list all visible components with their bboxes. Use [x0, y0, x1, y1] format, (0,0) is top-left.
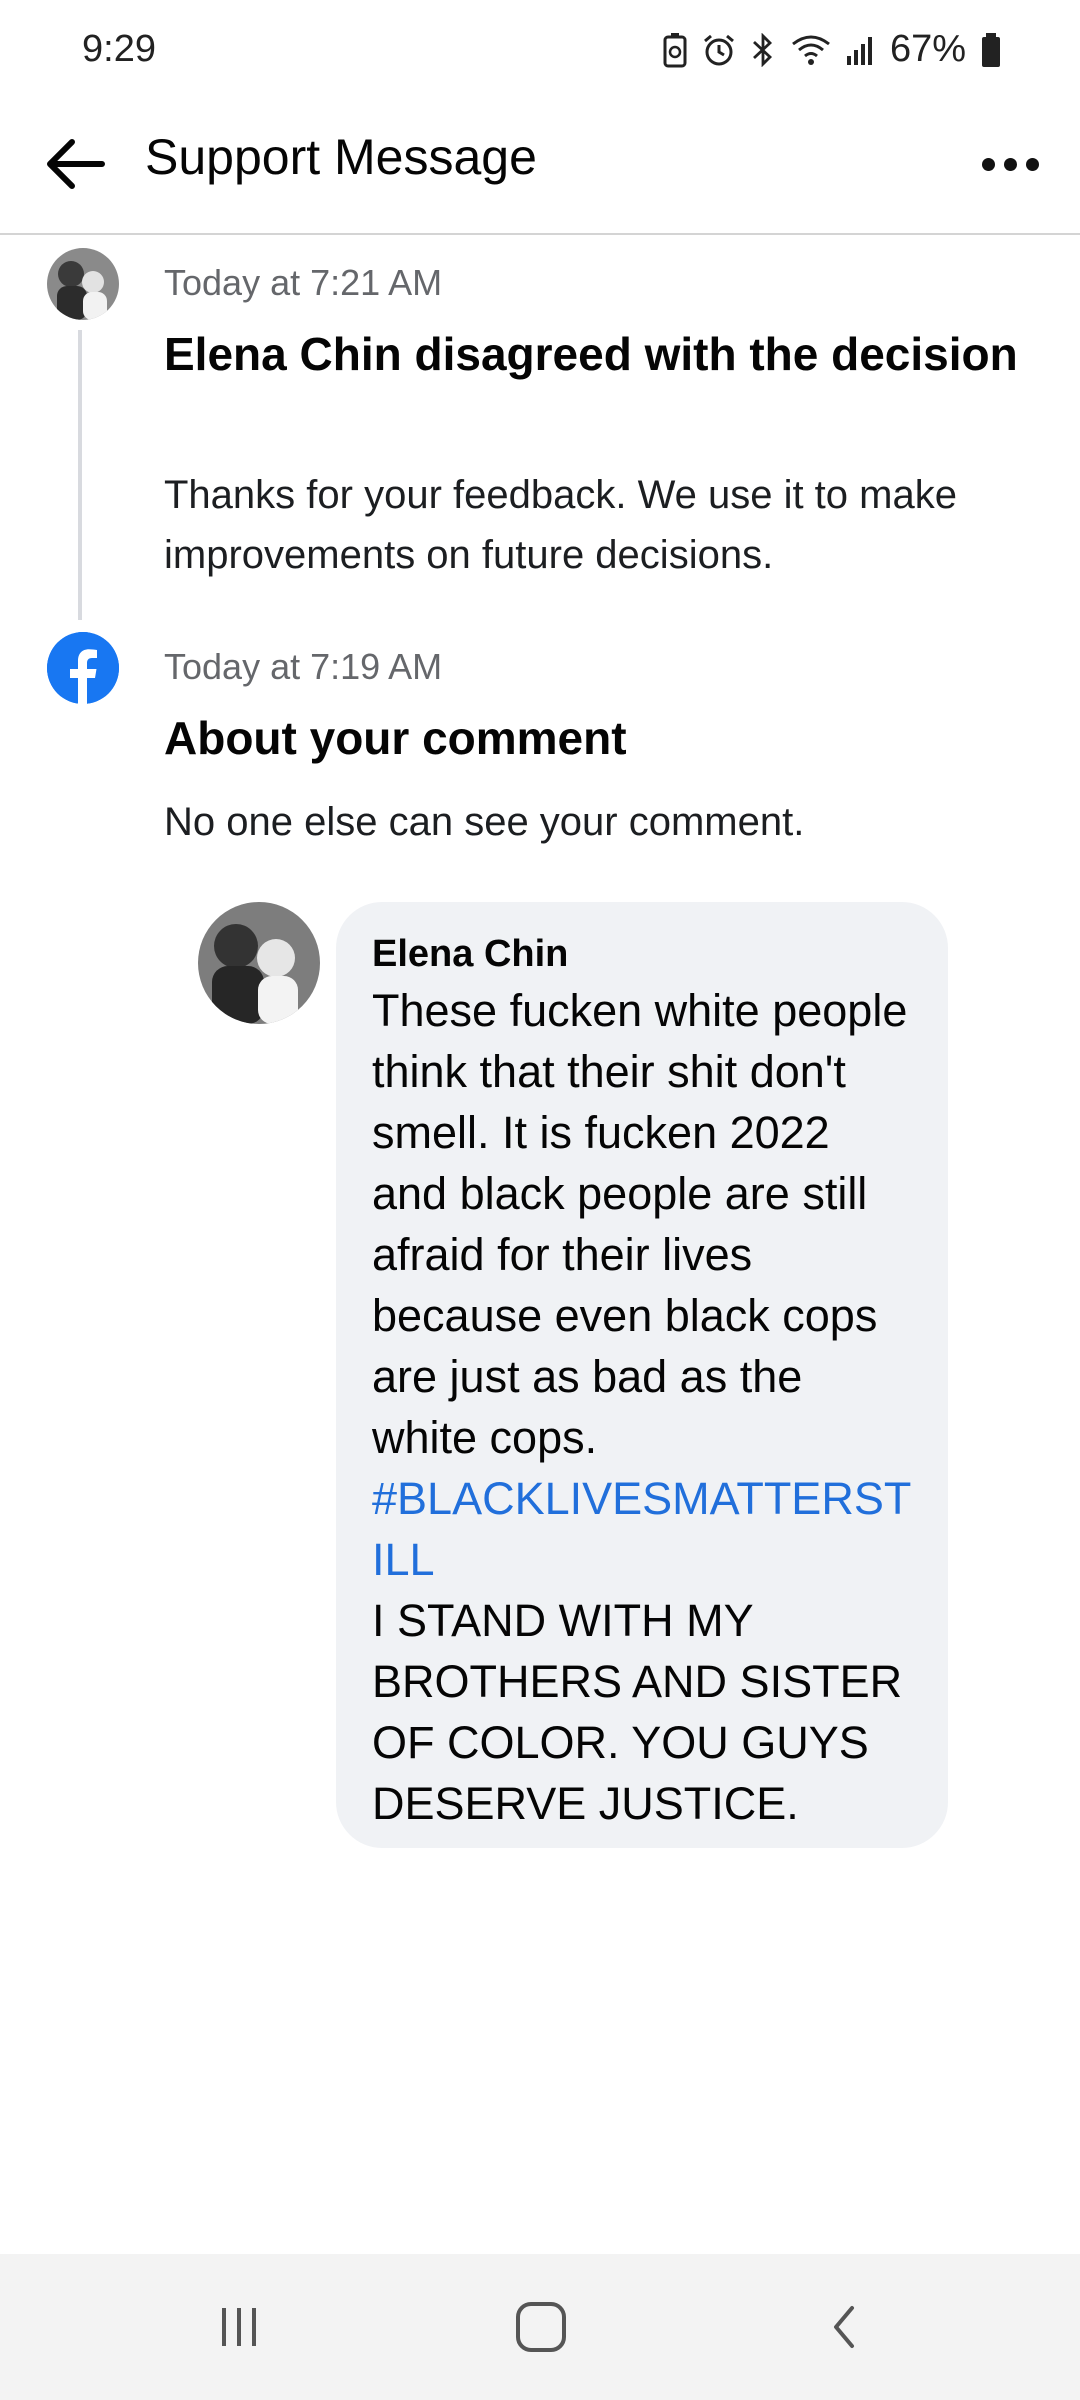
battery-saver-icon [663, 32, 687, 67]
entry-body: Thanks for your feedback. We use it to m… [164, 473, 957, 577]
facebook-icon [47, 632, 119, 704]
alarm-icon [703, 34, 734, 65]
comment-hashtag-text[interactable]: #BLACKLIVESMATTERSTILL [372, 1473, 911, 1585]
comment-author[interactable]: Elena Chin [372, 928, 912, 980]
recent-apps-button[interactable] [194, 2282, 284, 2372]
comment-hashtag[interactable]: #BLACKLIVESMATTERSTILL [372, 1468, 912, 1590]
comment-text: These fucken white people think that the… [372, 985, 908, 1463]
timeline-connector [78, 330, 82, 620]
status-time: 9:29 [82, 28, 156, 70]
entry-timestamp: Today at 7:19 AM [164, 646, 443, 687]
more-icon [981, 157, 995, 171]
home-button[interactable] [496, 2282, 586, 2372]
page-title: Support Message [145, 129, 537, 185]
wifi-icon [792, 35, 830, 65]
more-options-button[interactable] [970, 124, 1050, 204]
more-icon-dot [1003, 157, 1017, 171]
page: 9:29 67% Support Message Today at 7:21 A… [0, 0, 1080, 2400]
system-nav-bar [0, 2254, 1080, 2400]
entry-timestamp: Today at 7:21 AM [164, 262, 443, 303]
status-bar: 9:29 67% [0, 0, 1080, 100]
back-button[interactable] [34, 124, 114, 204]
back-nav-button[interactable] [799, 2282, 889, 2372]
signal-icon [846, 36, 872, 65]
app-bar: Support Message [0, 100, 1080, 235]
home-icon [516, 2302, 566, 2352]
comment-bubble: Elena Chin These fucken white people thi… [336, 902, 948, 1848]
entry-title: About your comment [164, 712, 627, 764]
avatar [47, 248, 119, 320]
entry-body: No one else can see your comment. [164, 800, 805, 844]
entry-title: Elena Chin disagreed with the decision [164, 328, 1018, 380]
comment-text-continued: I STAND WITH MY BROTHERS AND SISTER OF C… [372, 1595, 903, 1829]
arrow-back-icon [47, 139, 105, 189]
comment-avatar [198, 902, 320, 1024]
bluetooth-icon [752, 32, 772, 67]
recent-apps-icon [222, 2308, 256, 2346]
battery-icon [982, 32, 1000, 67]
battery-level: 67% [889, 28, 966, 70]
more-icon-dot [1025, 157, 1039, 171]
status-icons: 67% [662, 28, 1002, 71]
back-nav-icon [834, 2306, 854, 2348]
